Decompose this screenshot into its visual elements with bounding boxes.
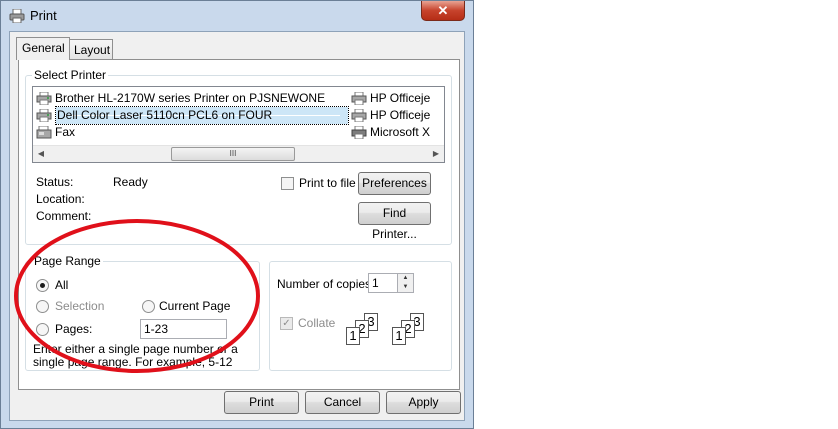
printer-icon <box>36 109 52 122</box>
copies-group: Number of copies: 1 ▲ ▼ ✓ Collate 3 2 1 … <box>269 261 452 371</box>
window-title: Print <box>30 8 57 23</box>
pages-input[interactable]: 1-23 <box>140 319 227 339</box>
printer-item[interactable]: Brother HL-2170W series Printer on PJSNE… <box>36 90 325 107</box>
scroll-right-arrow-icon[interactable]: ▶ <box>429 148 443 160</box>
preferences-button[interactable]: Preferences <box>358 172 431 195</box>
tab-general-label: General <box>22 41 65 55</box>
scroll-left-arrow-icon[interactable]: ◀ <box>34 148 48 160</box>
printer-item-selected[interactable]: Dell Color Laser 5110cn PCL6 on FOUR <box>36 106 349 125</box>
printer-icon <box>351 92 367 105</box>
apply-button[interactable]: Apply <box>386 391 461 414</box>
printer-icon <box>9 9 25 23</box>
print-to-file-label[interactable]: Print to file <box>299 176 356 190</box>
tab-layout[interactable]: Layout <box>68 39 113 59</box>
printer-item[interactable]: Microsoft X <box>351 124 430 141</box>
print-to-file-checkbox[interactable] <box>281 177 294 190</box>
find-printer-button[interactable]: Find Printer... <box>358 202 431 241</box>
collate-page: 1 <box>346 327 360 345</box>
printer-name: Microsoft X <box>370 125 431 139</box>
copies-spinner[interactable]: ▲ ▼ <box>397 274 413 292</box>
printer-name: HP Officeje <box>370 91 431 105</box>
print-dialog: Print ✕ General Layout Select Printer Br… <box>0 0 474 429</box>
collate-label: Collate <box>298 316 336 330</box>
collate-page: 1 <box>392 327 406 345</box>
general-panel: Select Printer Brother HL-2170W series P… <box>18 59 460 390</box>
all-label[interactable]: All <box>55 278 68 292</box>
collate-pages-icon: 3 2 1 <box>346 313 386 349</box>
location-label: Location: <box>36 192 85 206</box>
number-of-copies-label: Number of copies: <box>277 277 375 291</box>
printer-name: Dell Color Laser 5110cn PCL6 on FOUR <box>55 106 349 125</box>
spin-up-icon[interactable]: ▲ <box>398 274 413 283</box>
current-page-label[interactable]: Current Page <box>159 299 230 313</box>
page-range-hint: Enter either a single page number or a s… <box>33 342 238 369</box>
status-value: Ready <box>113 175 148 189</box>
page-range-label: Page Range <box>32 254 103 268</box>
printer-item[interactable]: Fax <box>36 124 75 141</box>
title-bar[interactable]: Print ✕ <box>1 1 473 31</box>
status-label: Status: <box>36 175 74 189</box>
collate-pages-icon: 3 2 1 <box>392 313 432 349</box>
page-range-group: Page Range All Selection Current Page Pa… <box>25 254 260 371</box>
select-printer-label: Select Printer <box>32 68 109 82</box>
tab-layout-label: Layout <box>74 43 111 57</box>
printer-list-scrollbar[interactable]: ◀ III ▶ <box>33 145 444 162</box>
selection-radio <box>36 300 49 313</box>
select-printer-group: Select Printer Brother HL-2170W series P… <box>25 68 452 245</box>
spin-down-icon[interactable]: ▼ <box>398 283 413 292</box>
printer-icon <box>351 109 367 122</box>
printer-icon <box>351 126 367 139</box>
fax-icon <box>36 126 52 139</box>
printer-list[interactable]: Brother HL-2170W series Printer on PJSNE… <box>32 86 445 163</box>
selection-label: Selection <box>55 299 105 313</box>
scrollbar-thumb[interactable]: III <box>171 147 295 161</box>
printer-item[interactable]: HP Officeje <box>351 90 430 107</box>
pages-label[interactable]: Pages: <box>55 322 92 336</box>
close-button[interactable]: ✕ <box>421 1 465 21</box>
comment-label: Comment: <box>36 209 92 223</box>
printer-item[interactable]: HP Officeje <box>351 107 430 124</box>
printer-name: HP Officeje <box>370 108 431 122</box>
copies-input[interactable]: 1 ▲ ▼ <box>368 273 414 293</box>
copies-value: 1 <box>372 276 379 290</box>
pages-radio[interactable] <box>36 323 49 336</box>
dialog-client: General Layout Select Printer Brother HL… <box>9 31 465 421</box>
tab-general[interactable]: General <box>16 37 70 60</box>
current-page-radio[interactable] <box>142 300 155 313</box>
collate-checkbox: ✓ <box>280 317 293 330</box>
cancel-button[interactable]: Cancel <box>305 391 380 414</box>
printer-name: Brother HL-2170W series Printer on PJSNE… <box>55 91 326 105</box>
all-radio[interactable] <box>36 279 49 292</box>
printer-icon <box>36 92 52 105</box>
printer-name: Fax <box>55 125 76 139</box>
print-button[interactable]: Print <box>224 391 299 414</box>
